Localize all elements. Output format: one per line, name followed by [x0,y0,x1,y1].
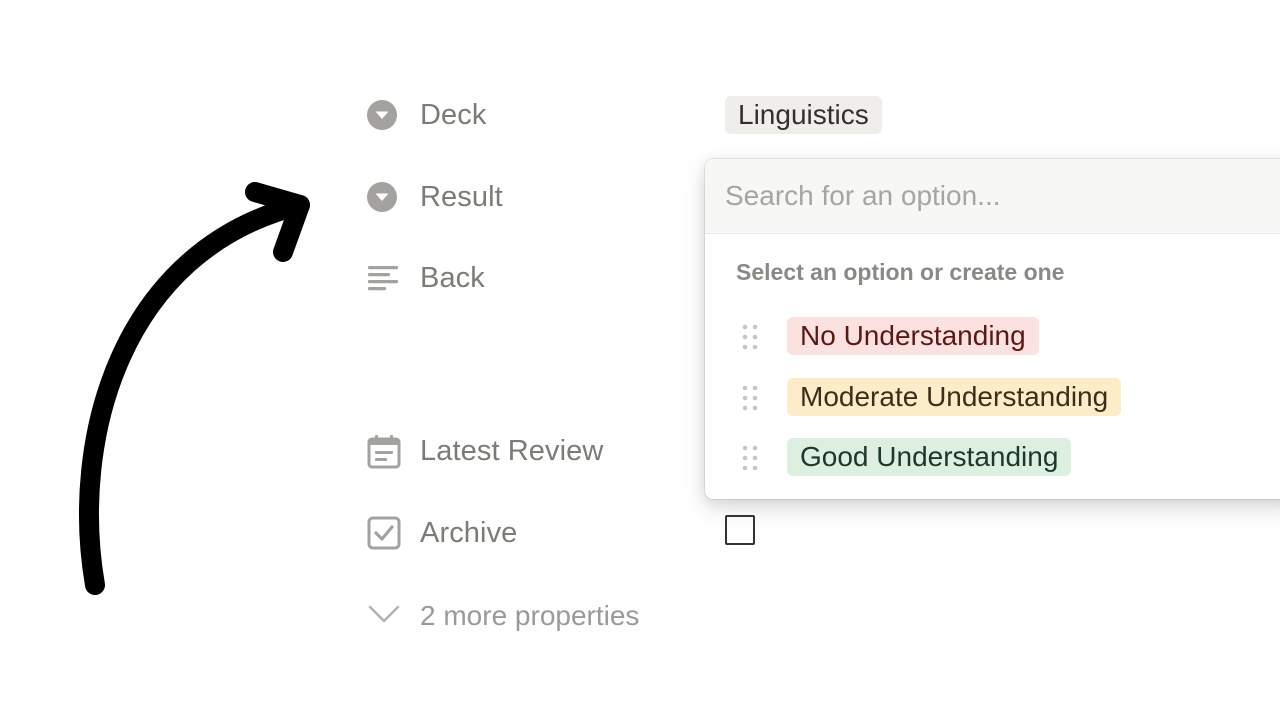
chevron-down-icon [366,602,402,631]
archive-checkbox[interactable] [725,515,755,545]
property-label-latest-review: Latest Review [420,434,604,467]
arrow-shaft [79,195,310,595]
search-input[interactable] [725,175,1280,217]
calendar-icon [366,431,406,471]
property-archive[interactable]: Archive [366,513,517,553]
drag-handle-icon[interactable] [741,324,759,350]
property-label-result: Result [420,180,503,213]
drag-handle-icon[interactable] [741,445,759,471]
arrow-head [245,182,310,262]
option-dropdown: Select an option or create one No Unders… [705,159,1280,499]
property-latest-review[interactable]: Latest Review [366,431,603,471]
page: Deck Linguistics Result Back Latest Revi… [0,0,1280,720]
option-tag[interactable]: No Understanding [787,317,1039,355]
property-deck[interactable]: Deck [366,95,486,135]
text-lines-icon [366,258,406,298]
option-good-understanding[interactable]: Good Understanding [705,437,1280,477]
more-properties-label: 2 more properties [420,600,640,631]
checkbox-icon [366,513,406,553]
search-bar [705,159,1280,234]
option-tag[interactable]: Good Understanding [787,438,1072,476]
property-label-deck: Deck [420,98,487,131]
more-properties-toggle[interactable]: 2 more properties [366,596,639,636]
select-icon [366,177,406,217]
deck-value-tag[interactable]: Linguistics [725,96,882,134]
option-no-understanding[interactable]: No Understanding [705,316,1280,356]
option-tag[interactable]: Moderate Understanding [787,378,1122,416]
property-result[interactable]: Result [366,177,503,217]
property-label-back: Back [420,261,485,294]
property-back[interactable]: Back [366,258,485,298]
property-label-archive: Archive [420,516,518,549]
dropdown-header: Select an option or create one [736,259,1065,285]
select-icon [366,95,406,135]
option-moderate-understanding[interactable]: Moderate Understanding [705,377,1280,417]
drag-handle-icon[interactable] [741,385,759,411]
